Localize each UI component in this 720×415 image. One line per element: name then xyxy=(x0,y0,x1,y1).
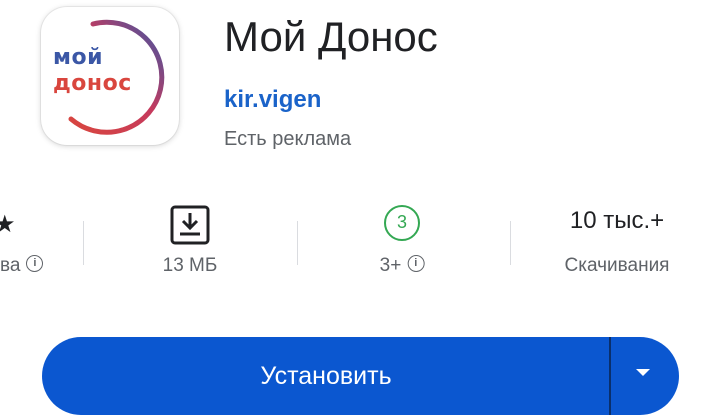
downloads-value: 10 тыс.+ xyxy=(569,207,665,234)
install-options-button[interactable] xyxy=(611,337,679,415)
age-rating-value: 3+ xyxy=(379,255,402,276)
info-icon[interactable]: i xyxy=(407,255,425,273)
app-icon-text-bottom: донос xyxy=(53,71,132,96)
app-icon: мой донос xyxy=(41,7,179,145)
star-icon: ★ xyxy=(0,211,16,238)
size-value: 13 МБ xyxy=(162,255,218,276)
rating-label-text: ва xyxy=(0,255,21,276)
info-icon[interactable]: i xyxy=(26,255,44,273)
install-button-group: Установить xyxy=(42,337,679,415)
ads-notice: Есть реклама xyxy=(224,128,352,150)
age-rating-badge: 3 xyxy=(384,205,420,241)
stat-divider xyxy=(510,221,511,265)
downloads-label: Скачивания xyxy=(564,255,670,276)
stat-divider xyxy=(83,221,84,265)
install-button[interactable]: Установить xyxy=(42,337,610,415)
app-title: Мой Донос xyxy=(224,13,438,60)
stat-divider xyxy=(297,221,298,265)
app-icon-text-top: мой xyxy=(53,45,104,70)
rating-label[interactable]: ва i xyxy=(0,255,44,277)
download-icon xyxy=(170,205,210,245)
chevron-down-icon xyxy=(636,369,650,376)
developer-link[interactable]: kir.vigen xyxy=(224,86,321,114)
age-rating[interactable]: 3+ i xyxy=(380,255,425,277)
